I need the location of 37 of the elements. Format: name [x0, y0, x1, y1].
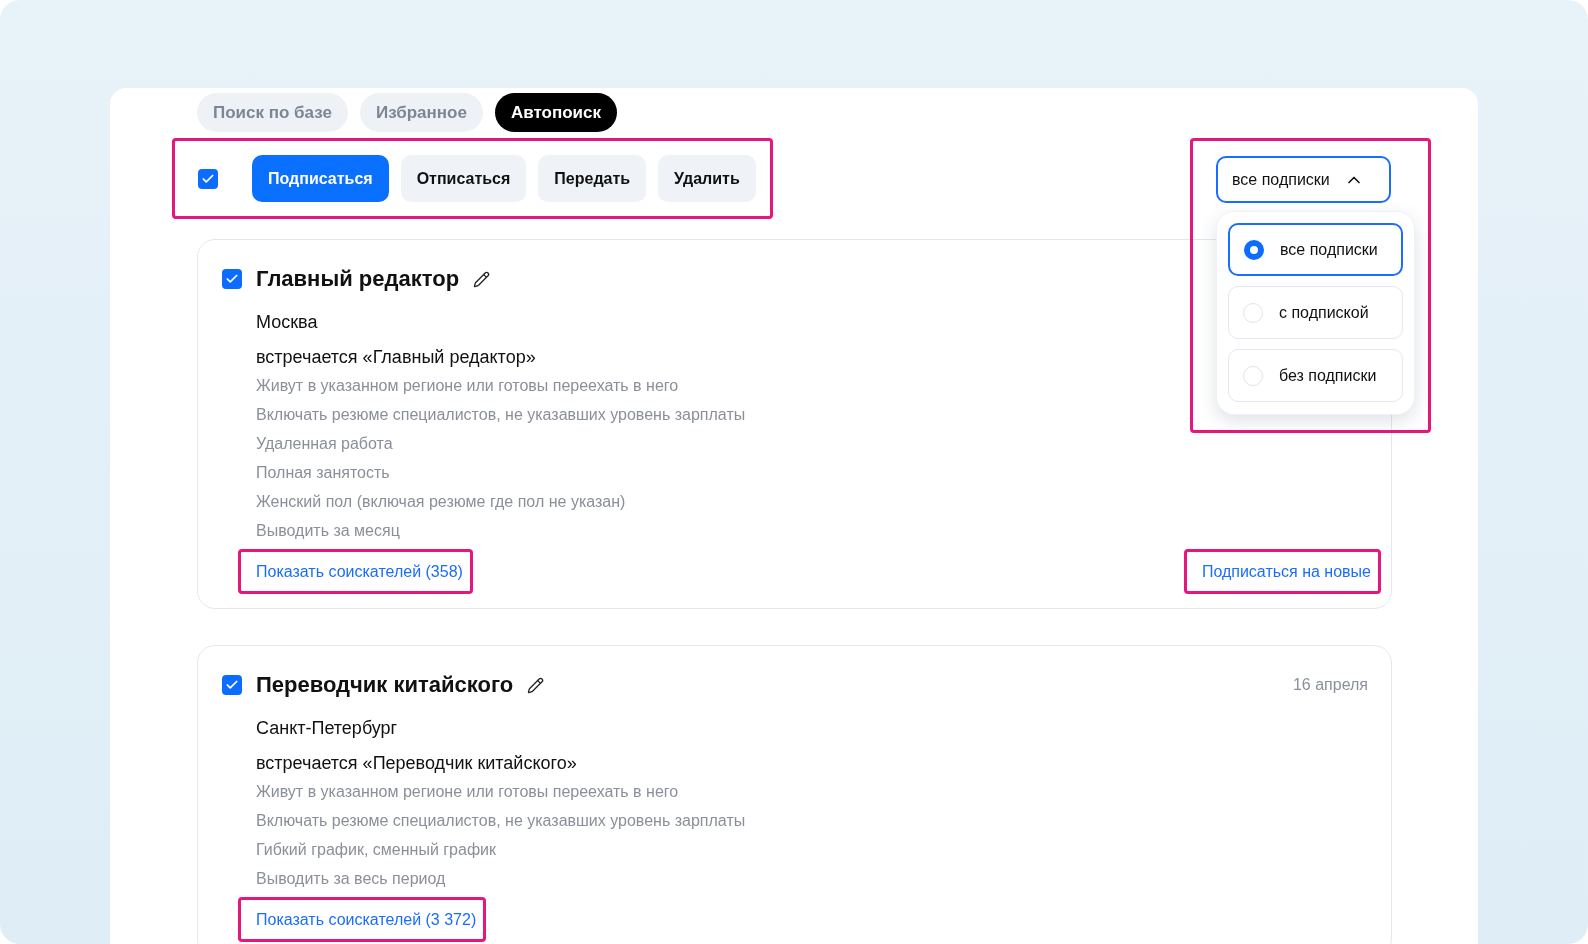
filter-option[interactable]: без подписки: [1228, 349, 1403, 402]
city-text: Санкт-Петербург: [256, 717, 398, 740]
condition-text: Живут в указанном регионе или готовы переехать в него: [256, 376, 679, 396]
condition-text: Выводить за месяц: [256, 521, 400, 541]
tab[interactable]: Автопоиск: [494, 93, 617, 132]
keyword-text: встречается «Главный редактор»: [256, 346, 536, 369]
date-text: 16 апреля: [1292, 676, 1368, 694]
primary-button[interactable]: Подписаться: [252, 155, 389, 202]
action-button[interactable]: Удалить: [658, 155, 756, 202]
show-candidates-link[interactable]: Показать соискателей (358): [256, 562, 463, 581]
action-button[interactable]: Отписаться: [400, 155, 527, 202]
condition-text: Включать резюме специалистов, не указавших уровень зарплаты: [256, 811, 746, 831]
checkbox[interactable]: [222, 675, 242, 695]
condition-text: Гибкий график, сменный график: [256, 840, 496, 860]
filter-option[interactable]: все подписки: [1228, 223, 1403, 276]
keyword-text: встречается «Переводчик китайского»: [256, 752, 577, 775]
subscription-title: Переводчик китайского: [256, 672, 514, 698]
action-button[interactable]: Передать: [538, 155, 647, 202]
condition-text: Выводить за весь период: [256, 869, 446, 889]
check-icon: [225, 678, 239, 692]
radio-button[interactable]: [1244, 239, 1264, 260]
edit-icon[interactable]: [473, 270, 491, 288]
condition-text: Полная занятость: [256, 463, 390, 483]
checkbox[interactable]: [222, 269, 242, 289]
subscribe-link[interactable]: Подписаться на новые: [1201, 562, 1371, 581]
filter-option[interactable]: с подпиской: [1228, 286, 1403, 339]
edit-icon[interactable]: [527, 676, 545, 694]
condition-text: Живут в указанном регионе или готовы переехать в него: [256, 782, 679, 802]
condition-text: Удаленная работа: [256, 434, 393, 454]
city-text: Москва: [256, 311, 318, 334]
subscription-title: Главный редактор: [256, 266, 460, 292]
condition-text: Включать резюме специалистов, не указавших уровень зарплаты: [256, 405, 746, 425]
check-icon: [225, 272, 239, 286]
filter-dropdown[interactable]: все подписки: [1216, 156, 1391, 203]
condition-text: Женский пол (включая резюме где пол не указан): [256, 492, 626, 512]
show-candidates-link[interactable]: Показать соискателей (3 372): [256, 910, 477, 929]
checkbox[interactable]: [198, 168, 218, 189]
